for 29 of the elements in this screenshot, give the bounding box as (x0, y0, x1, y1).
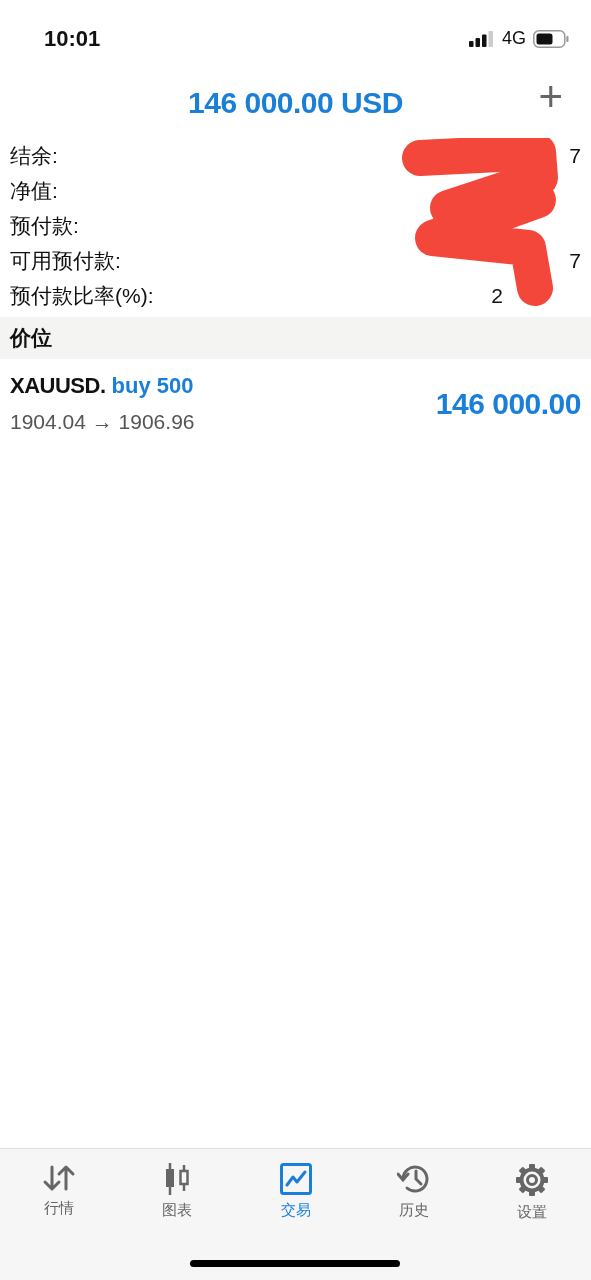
network-label: 4G (502, 27, 526, 50)
settings-icon (514, 1163, 549, 1197)
history-icon (396, 1163, 431, 1195)
section-header: 价位 (0, 317, 591, 359)
balance-title: 146 000.00 USD (188, 84, 403, 121)
account-label: 可用预付款: (10, 247, 121, 274)
tab-button[interactable]: 历史 (354, 1161, 473, 1226)
account-label: 预付款比率(%): (10, 282, 154, 309)
account-label: 结余: (10, 142, 58, 169)
symbol-label: XAUUSD. (10, 372, 106, 400)
account-label: 预付款: (10, 212, 79, 239)
account-value: 2 (491, 282, 503, 309)
add-button[interactable]: + (534, 76, 567, 118)
tab-button[interactable]: 行情 (0, 1161, 119, 1226)
account-value: 7 (569, 142, 581, 169)
candlestick-icon (164, 1163, 191, 1195)
price-range: 1904.04 → 1906.96 (10, 409, 195, 435)
trend-chart-icon (279, 1163, 312, 1195)
arrows-icon (42, 1163, 77, 1193)
profit-value: 146 000.00 (435, 385, 581, 422)
account-label: 净值: (10, 177, 58, 204)
order-label: buy 500 (111, 372, 194, 400)
tab-button[interactable]: 设置 (472, 1161, 591, 1226)
signal-icon (469, 30, 495, 47)
status-time: 10:01 (44, 25, 101, 53)
tab-button[interactable]: 交易 (236, 1161, 355, 1226)
battery-icon (533, 29, 569, 48)
account-value: 7 (569, 247, 581, 274)
tab-button[interactable]: 图表 (118, 1161, 237, 1226)
